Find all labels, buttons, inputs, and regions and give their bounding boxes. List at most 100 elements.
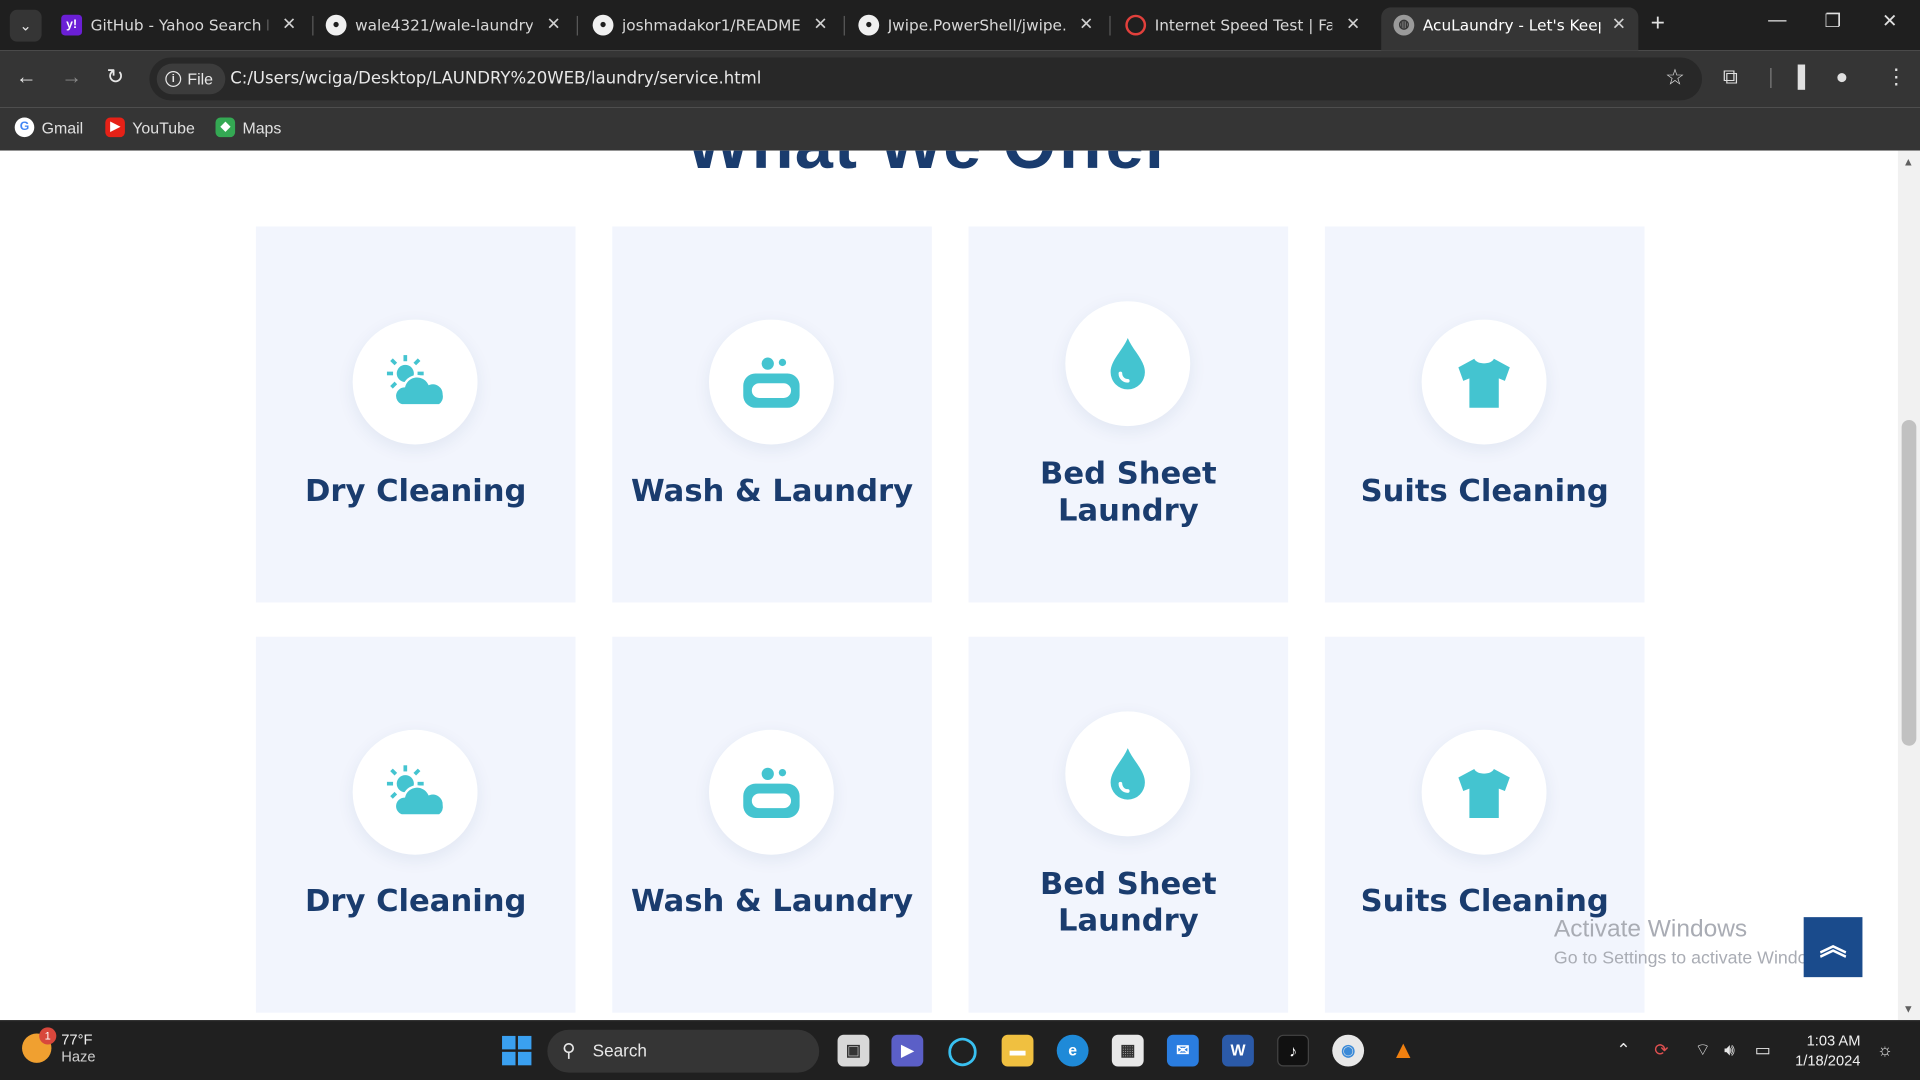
- profile-icon[interactable]: ●: [1836, 65, 1849, 89]
- service-card-dry-cleaning[interactable]: Dry Cleaning: [255, 226, 576, 603]
- tab-divider: [576, 15, 578, 36]
- notification-badge: 1: [39, 1027, 57, 1045]
- close-icon[interactable]: ✕: [1612, 13, 1626, 34]
- address-bar[interactable]: i File C:/Users/wciga/Desktop/LAUNDRY%20…: [149, 57, 1703, 101]
- water-drop-icon: [1110, 337, 1145, 390]
- edge-icon[interactable]: e: [1056, 1034, 1089, 1067]
- watermark-line-1: Activate Windows: [1553, 915, 1748, 943]
- battery-icon[interactable]: ▭: [1755, 1040, 1771, 1061]
- system-clock[interactable]: 1:03 AM 1/18/2024: [1795, 1031, 1860, 1070]
- service-icon-circle: [1421, 729, 1547, 855]
- store-icon[interactable]: ▦: [1111, 1034, 1144, 1067]
- service-title: Bed Sheet Laundry: [1040, 865, 1217, 938]
- forward-button[interactable]: →: [61, 65, 82, 89]
- tab-yahoo-search[interactable]: y! GitHub - Yahoo Search Res ✕: [49, 7, 309, 43]
- minimize-button[interactable]: —: [1768, 10, 1786, 31]
- mail-icon[interactable]: ✉: [1166, 1034, 1199, 1067]
- bookmark-label: Gmail: [41, 118, 84, 137]
- cortana-icon[interactable]: ◯: [947, 1035, 979, 1067]
- extensions-icon[interactable]: ⧉: [1723, 65, 1738, 89]
- site-info-chip[interactable]: i File: [156, 63, 226, 95]
- weather-widget[interactable]: 1 77°F Haze: [22, 1027, 96, 1065]
- github-icon: ●: [325, 14, 347, 36]
- tab-joshmadakor-readme[interactable]: ● joshmadakor1/README.m ✕: [580, 7, 840, 43]
- double-chevron-up-icon: ︽: [1819, 930, 1847, 962]
- tab-fast-speed-test[interactable]: Internet Speed Test | Fast.c ✕: [1113, 7, 1373, 43]
- vlc-icon[interactable]: ▲: [1387, 1035, 1419, 1067]
- notifications-icon[interactable]: ☼: [1877, 1040, 1893, 1060]
- service-card-wash-laundry[interactable]: Wash & Laundry: [612, 636, 932, 1013]
- back-button[interactable]: ←: [16, 65, 37, 89]
- browser-toolbar: ← → ↻ i File C:/Users/wciga/Desktop/LAUN…: [0, 50, 1920, 108]
- taskbar-search-label: Search: [592, 1040, 647, 1061]
- water-drop-icon: [1110, 748, 1145, 800]
- service-icon-circle: [708, 729, 834, 855]
- close-icon[interactable]: ✕: [813, 13, 827, 34]
- github-icon: ●: [592, 14, 614, 36]
- service-card-dry-cleaning[interactable]: Dry Cleaning: [255, 636, 576, 1013]
- tab-jwipe-powershell[interactable]: ● Jwipe.PowerShell/jwipe.ps1 ✕: [846, 7, 1106, 43]
- service-card-bed-sheet-laundry[interactable]: Bed Sheet Laundry: [968, 636, 1289, 1013]
- bookmark-label: Maps: [242, 118, 282, 137]
- bookmarks-bar: G Gmail ▶ YouTube ◆ Maps: [0, 107, 1920, 151]
- scroll-down-arrow-icon[interactable]: ▼: [1903, 1003, 1914, 1015]
- new-tab-button[interactable]: +: [1651, 10, 1665, 38]
- bookmark-youtube[interactable]: ▶ YouTube: [105, 117, 195, 138]
- volume-icon[interactable]: 🔊︎: [1724, 1040, 1735, 1061]
- start-button[interactable]: [502, 1035, 532, 1066]
- side-panel-icon[interactable]: ▐: [1790, 65, 1805, 89]
- close-icon[interactable]: ✕: [282, 13, 296, 34]
- service-title: Wash & Laundry: [630, 882, 914, 919]
- word-icon[interactable]: W: [1222, 1034, 1254, 1067]
- tab-search-button[interactable]: ⌄: [9, 9, 42, 42]
- show-hidden-icons-chevron-icon[interactable]: ⌃: [1616, 1040, 1630, 1061]
- service-card-wash-laundry[interactable]: Wash & Laundry: [612, 226, 932, 603]
- bookmark-label: YouTube: [132, 118, 195, 137]
- close-icon[interactable]: ✕: [1346, 13, 1360, 34]
- service-title: Suits Cleaning: [1360, 472, 1609, 509]
- scrollbar-thumb[interactable]: [1901, 420, 1917, 746]
- tab-title: GitHub - Yahoo Search Res: [90, 15, 269, 35]
- soap-icon: [743, 767, 800, 818]
- bookmark-star-icon[interactable]: ☆: [1665, 65, 1685, 91]
- teams-chat-icon[interactable]: ▶: [891, 1034, 924, 1067]
- bookmark-gmail[interactable]: G Gmail: [14, 117, 84, 138]
- fast-speed-icon: [1125, 14, 1147, 36]
- tab-wale-laundry[interactable]: ● wale4321/wale-laundry-we ✕: [313, 7, 573, 43]
- menu-icon[interactable]: ⋮: [1886, 65, 1907, 89]
- tiktok-icon[interactable]: ♪: [1277, 1034, 1309, 1067]
- task-view-icon[interactable]: ▣: [837, 1034, 870, 1067]
- service-title: Wash & Laundry: [630, 472, 914, 509]
- section-heading: What We Offer: [686, 151, 1173, 184]
- yahoo-icon: y!: [61, 14, 83, 36]
- service-icon-circle: [708, 319, 834, 445]
- restore-button[interactable]: ❐: [1824, 10, 1840, 32]
- url-text[interactable]: C:/Users/wciga/Desktop/LAUNDRY%20WEB/lau…: [230, 69, 761, 89]
- weather-temp: 77°F: [61, 1031, 93, 1049]
- file-explorer-icon[interactable]: ▬: [1001, 1034, 1034, 1067]
- back-to-top-button[interactable]: ︽: [1803, 917, 1863, 978]
- wifi-icon[interactable]: ⌔: [1695, 1040, 1711, 1062]
- scroll-up-arrow-icon[interactable]: ▲: [1903, 156, 1914, 168]
- chrome-icon[interactable]: ◉: [1332, 1034, 1365, 1067]
- sync-icon[interactable]: ⟳: [1654, 1040, 1668, 1061]
- soap-icon: [743, 357, 800, 408]
- close-window-button[interactable]: ✕: [1882, 10, 1897, 32]
- reload-button[interactable]: ↻: [107, 65, 124, 89]
- tab-title: Jwipe.PowerShell/jwipe.ps1: [887, 15, 1066, 35]
- close-icon[interactable]: ✕: [546, 13, 560, 34]
- close-icon[interactable]: ✕: [1079, 13, 1093, 34]
- youtube-icon: ▶: [105, 117, 125, 138]
- bookmark-maps[interactable]: ◆ Maps: [215, 117, 282, 138]
- tab-divider: [1109, 15, 1111, 36]
- github-icon: ●: [858, 14, 880, 36]
- windows-taskbar: 1 77°F Haze ⚲ Search ▣ ▶ ◯ ▬ e ▦ ✉ W ♪ ◉…: [0, 1020, 1920, 1080]
- search-icon: ⚲: [562, 1040, 576, 1062]
- tab-aculaundry[interactable]: ◍ AcuLaundry - Let's Keep Ac ✕: [1381, 7, 1639, 51]
- clock-time: 1:03 AM: [1806, 1032, 1861, 1050]
- info-icon: i: [165, 71, 182, 87]
- page-scrollbar[interactable]: ▲ ▼: [1897, 150, 1920, 1021]
- service-card-bed-sheet-laundry[interactable]: Bed Sheet Laundry: [968, 226, 1289, 603]
- taskbar-search-box[interactable]: ⚲ Search: [547, 1029, 820, 1073]
- service-card-suits-cleaning[interactable]: Suits Cleaning: [1324, 226, 1645, 603]
